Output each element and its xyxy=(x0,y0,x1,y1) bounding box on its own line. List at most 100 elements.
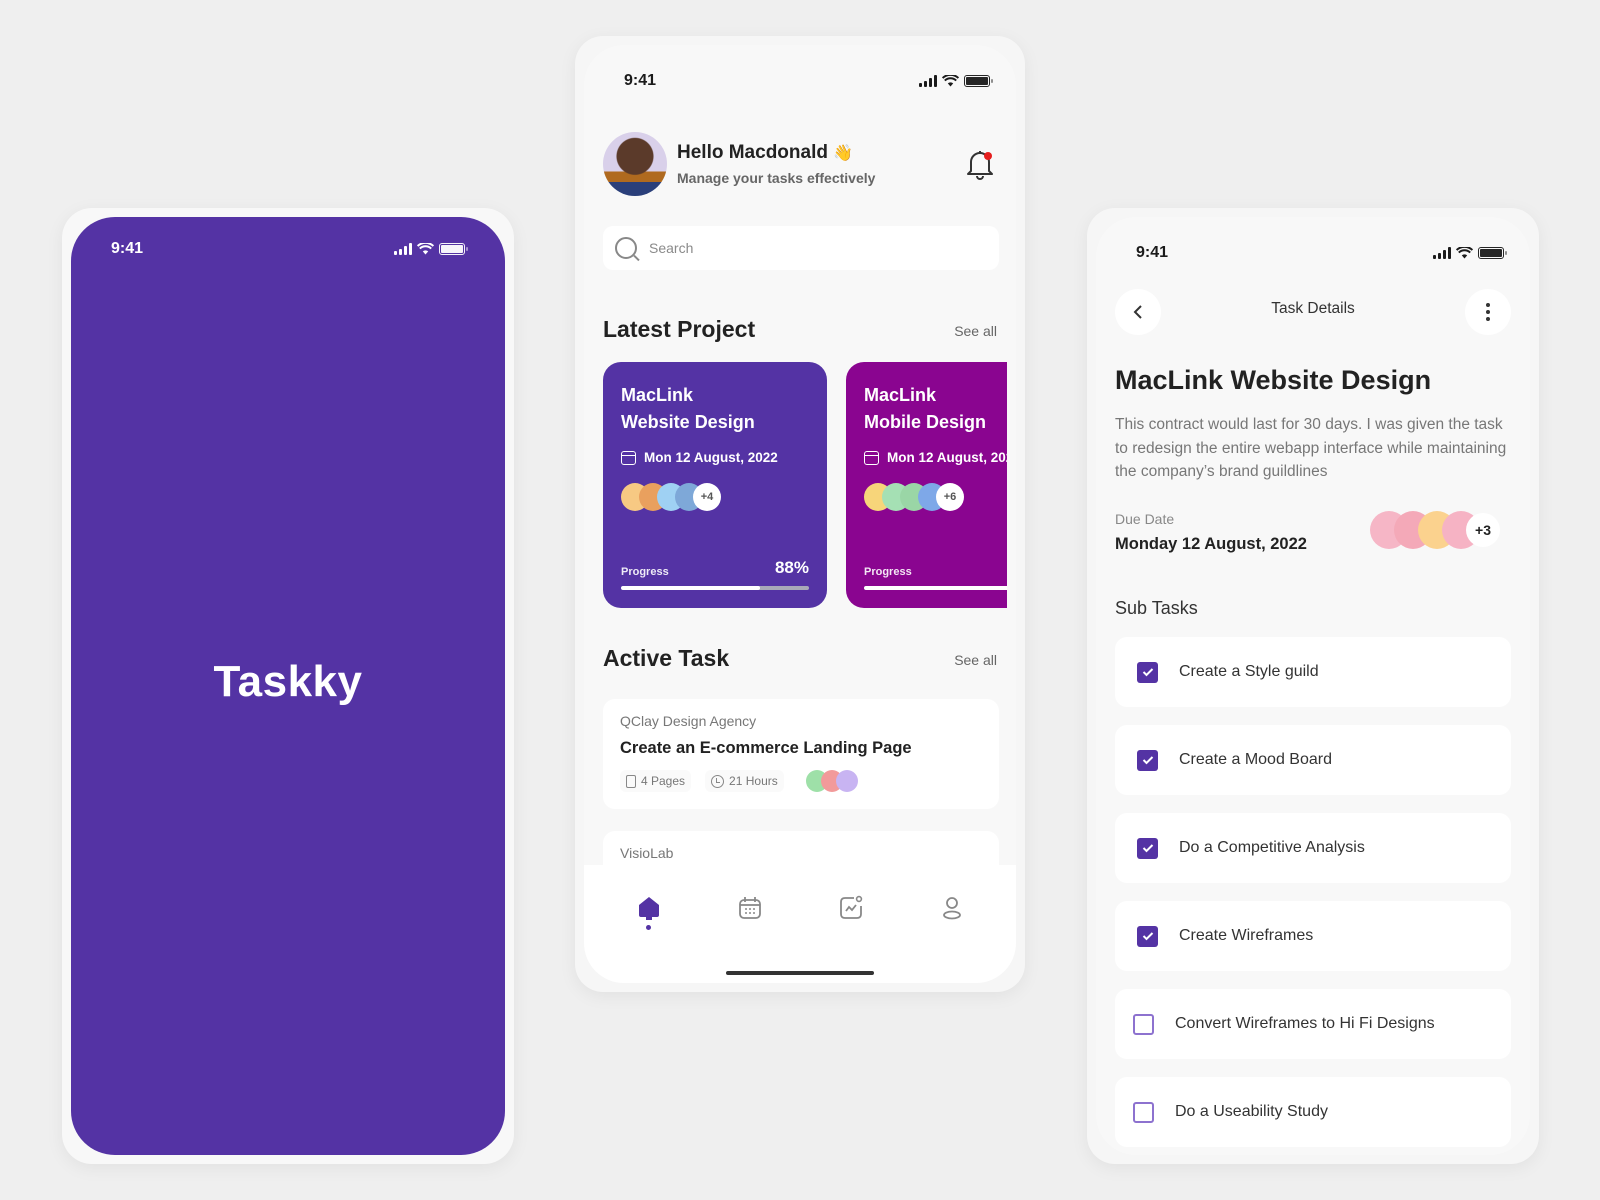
signal-icon xyxy=(394,243,412,255)
project-name: MacLink Website Design xyxy=(621,385,755,432)
calendar-icon xyxy=(621,450,636,465)
tab-profile[interactable] xyxy=(932,895,972,939)
status-bar: 9:41 xyxy=(584,71,1016,91)
bottom-tab-bar xyxy=(584,865,1016,983)
subtask-list: Create a Style guild Create a Mood Board… xyxy=(1115,637,1511,1155)
subtask-checkbox[interactable] xyxy=(1137,837,1158,859)
avatar xyxy=(835,770,858,792)
project-card[interactable]: MacLinkMobile Design Mon 12 August, 2022… xyxy=(846,362,1007,608)
clock-icon xyxy=(711,774,725,788)
latest-project-see-all-link[interactable]: See all xyxy=(954,323,997,339)
greeting-title: Hello Macdonald 👋 xyxy=(677,142,854,163)
user-avatar[interactable] xyxy=(603,132,667,196)
status-time: 9:41 xyxy=(1136,244,1169,261)
subtask-label: Create Wireframes xyxy=(1179,927,1314,944)
status-time: 9:41 xyxy=(624,72,657,89)
pages-chip: 4 Pages xyxy=(620,770,692,792)
wifi-icon xyxy=(1456,247,1473,259)
subtask-label: Do a Useability Study xyxy=(1175,1103,1328,1120)
progress-label: Progress xyxy=(864,566,912,578)
battery-icon xyxy=(964,75,993,87)
more-vertical-icon xyxy=(1486,303,1490,321)
subtask-item[interactable]: Create Wireframes xyxy=(1115,901,1511,971)
check-icon xyxy=(1142,844,1153,853)
subtask-item[interactable]: Convert Wireframes to Hi Fi Designs xyxy=(1115,989,1511,1059)
subtask-item[interactable]: Do a Competitive Analysis xyxy=(1115,813,1511,883)
search-icon xyxy=(615,237,637,259)
active-task-see-all-link[interactable]: See all xyxy=(954,652,997,668)
wifi-icon xyxy=(417,243,434,255)
greeting-header: Hello Macdonald 👋 Manage your tasks effe… xyxy=(603,132,875,196)
chart-icon xyxy=(839,895,862,919)
active-tab-indicator xyxy=(646,925,651,930)
task-agency: VisioLab xyxy=(620,845,674,861)
check-icon xyxy=(1142,932,1153,941)
greeting-subtitle: Manage your tasks effectively xyxy=(677,170,876,186)
details-phone-frame: 9:41 Task Details MacLink Website Design… xyxy=(1087,208,1539,1164)
latest-project-title: Latest Project xyxy=(603,316,756,342)
signal-icon xyxy=(1433,247,1451,259)
more-options-button[interactable] xyxy=(1465,289,1511,335)
splash-screen: 9:41 Taskky xyxy=(71,217,505,1155)
wifi-icon xyxy=(942,75,959,87)
extra-members-count: +6 xyxy=(936,483,964,511)
battery-icon xyxy=(439,243,468,255)
hours-chip: 21 Hours xyxy=(705,770,784,792)
tab-calendar[interactable] xyxy=(730,895,770,939)
member-avatars: +4 xyxy=(621,483,809,511)
status-bar: 9:41 xyxy=(71,239,505,259)
task-details-screen: 9:41 Task Details MacLink Website Design… xyxy=(1096,217,1530,1155)
subtask-item[interactable]: Create a Style guild xyxy=(1115,637,1511,707)
project-card[interactable]: MacLink Website Design Mon 12 August, 202… xyxy=(603,362,827,608)
search-bar[interactable] xyxy=(603,226,999,270)
tab-analytics[interactable] xyxy=(831,895,871,939)
subtask-label: Convert Wireframes to Hi Fi Designs xyxy=(1175,1015,1435,1032)
task-agency: QClay Design Agency xyxy=(620,713,757,729)
extra-members-count: +4 xyxy=(693,483,721,511)
subtask-label: Do a Competitive Analysis xyxy=(1179,839,1365,856)
progress-bar xyxy=(621,586,809,590)
subtask-checkbox[interactable] xyxy=(1133,1013,1154,1035)
check-icon xyxy=(1142,756,1153,765)
project-name: MacLink Mobile Design xyxy=(864,385,987,432)
subtask-label: Create a Style guild xyxy=(1179,663,1319,680)
signal-icon xyxy=(919,75,937,87)
app-logo: Taskky xyxy=(213,657,363,706)
task-title: Create an E-commerce Landing Page xyxy=(620,739,912,757)
member-avatars: +6 xyxy=(864,483,1007,511)
bell-icon[interactable] xyxy=(962,146,998,182)
task-description: This contract would last for 30 days. I … xyxy=(1115,416,1507,480)
subtask-label: Create a Mood Board xyxy=(1179,751,1332,768)
member-avatars xyxy=(805,770,858,792)
splash-phone-frame: 9:41 Taskky xyxy=(62,208,514,1164)
home-phone-frame: 9:41 Hello Macdonald 👋 Manage your tasks… xyxy=(575,36,1025,992)
home-icon xyxy=(638,897,659,920)
calendar-icon xyxy=(738,897,761,919)
task-title: MacLink Website Design xyxy=(1115,365,1432,395)
subtask-item[interactable]: Do a Useability Study xyxy=(1115,1077,1511,1147)
task-card[interactable]: QClay Design Agency Create an E-commerce… xyxy=(603,699,999,809)
active-task-title: Active Task xyxy=(603,645,730,671)
search-input[interactable] xyxy=(649,240,949,256)
subtasks-title: Sub Tasks xyxy=(1115,598,1198,618)
tab-home[interactable] xyxy=(629,895,669,939)
status-bar: 9:41 xyxy=(1096,243,1530,263)
home-indicator xyxy=(726,971,874,975)
status-time: 9:41 xyxy=(111,240,144,257)
subtask-checkbox[interactable] xyxy=(1137,749,1158,771)
subtask-checkbox[interactable] xyxy=(1137,661,1158,683)
project-card-clip: MacLinkMobile Design Mon 12 August, 2022… xyxy=(846,362,1007,608)
progress-bar xyxy=(864,586,1007,590)
subtask-item[interactable]: Create a Mood Board xyxy=(1115,725,1511,795)
user-icon xyxy=(942,897,961,920)
subtask-checkbox[interactable] xyxy=(1133,1101,1154,1123)
check-icon xyxy=(1142,668,1153,677)
document-icon xyxy=(626,774,636,788)
member-avatars: +3 xyxy=(1370,511,1500,549)
extra-members-count: +3 xyxy=(1466,513,1500,547)
progress-value: 88% xyxy=(774,558,809,577)
due-date-label: Due Date xyxy=(1115,511,1175,527)
battery-icon xyxy=(1478,247,1507,259)
due-date-value: Monday 12 August, 2022 xyxy=(1115,535,1307,553)
subtask-checkbox[interactable] xyxy=(1137,925,1158,947)
